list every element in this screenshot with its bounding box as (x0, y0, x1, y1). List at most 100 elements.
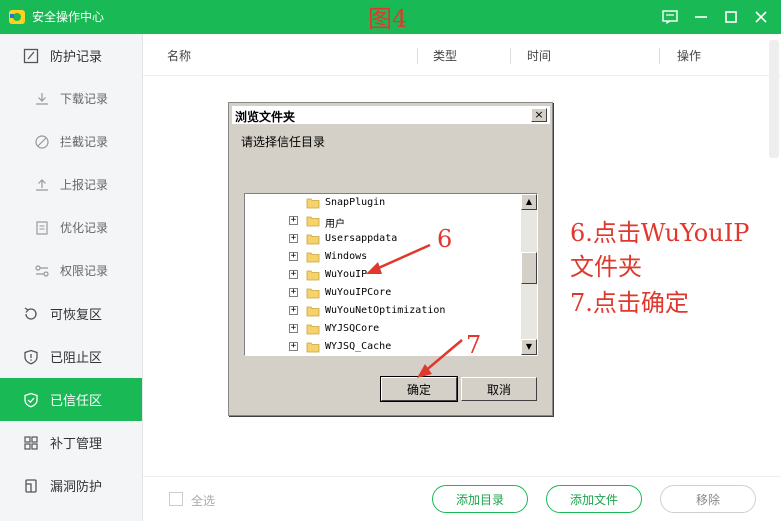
tree-item-windows[interactable]: + Windows (245, 248, 521, 266)
tree-item-snapplugin[interactable]: SnapPlugin (245, 194, 521, 212)
folder-icon (306, 216, 320, 227)
scroll-up-button[interactable]: ▲ (521, 194, 537, 210)
tree-item-wuyounetoptimization[interactable]: + WuYouNetOptimization (245, 302, 521, 320)
tree-item-label: Windows (325, 251, 368, 262)
maximize-button[interactable] (721, 7, 741, 27)
title-bar: 安全操作中心 图4 (0, 0, 781, 34)
column-separator (417, 48, 418, 64)
scroll-thumb[interactable] (521, 252, 537, 284)
expand-toggle[interactable]: + (289, 342, 298, 351)
folder-icon (306, 342, 320, 353)
shield-alert-icon (24, 349, 38, 364)
sidebar-item-trusted-zone[interactable]: 已信任区 (0, 378, 142, 421)
table-header: 名称 类型 时间 操作 (143, 34, 781, 76)
tree-scrollbar[interactable]: ▲ ▼ (521, 194, 537, 355)
tree-item-label: WuYouIP (325, 269, 368, 280)
tree-item-label: WYJSQ_Cache (325, 341, 392, 352)
tree-item-users[interactable]: + 用户 (245, 212, 521, 230)
tree-item-label: Usersappdata (325, 233, 398, 244)
dialog-title-bar: 浏览文件夹 × (232, 106, 550, 124)
minimize-icon (695, 16, 707, 18)
sidebar-item-label: 已阻止区 (50, 351, 103, 366)
browse-folder-dialog: 浏览文件夹 × 请选择信任目录 SnapPlugin + 用户 + Usersa… (228, 102, 553, 416)
sidebar-item-blocked-zone[interactable]: 已阻止区 (0, 335, 142, 378)
tree-item-label: SnapPlugin (325, 197, 386, 208)
sidebar-item-label: 漏洞防护 (50, 480, 103, 495)
close-button[interactable] (751, 7, 771, 27)
expand-toggle[interactable]: + (289, 252, 298, 261)
dialog-close-button[interactable]: × (531, 108, 547, 122)
sidebar-item-optimize-records[interactable]: 优化记录 (0, 206, 142, 249)
scroll-down-button[interactable]: ▼ (521, 339, 537, 355)
column-header-name[interactable]: 名称 (167, 47, 191, 64)
sidebar-item-upload-records[interactable]: 上报记录 (0, 163, 142, 206)
app-title: 安全操作中心 (32, 10, 105, 24)
folder-icon (306, 306, 320, 317)
select-all-checkbox[interactable] (169, 492, 183, 506)
minimize-button[interactable] (691, 7, 711, 27)
list-scrollbar[interactable] (769, 40, 779, 158)
sidebar-item-label: 拦截记录 (60, 135, 109, 149)
sidebar-item-label: 防护记录 (50, 50, 103, 65)
instruction-line-3: 7.点击确定 (570, 289, 689, 317)
feedback-button[interactable] (660, 7, 680, 27)
expand-toggle[interactable]: + (289, 306, 298, 315)
tree-item-usersappdata[interactable]: + Usersappdata (245, 230, 521, 248)
sidebar-item-protection-records[interactable]: 防护记录 (0, 34, 142, 77)
dialog-prompt: 请选择信任目录 (241, 135, 326, 149)
folder-icon (306, 252, 320, 263)
expand-toggle[interactable]: + (289, 288, 298, 297)
sidebar-item-patch-management[interactable]: 补丁管理 (0, 421, 142, 464)
restore-icon (24, 306, 37, 320)
sidebar-item-recoverable-zone[interactable]: 可恢复区 (0, 292, 142, 335)
sidebar-item-label: 可恢复区 (50, 308, 103, 323)
folder-icon (306, 324, 320, 335)
sidebar-item-vulnerability-protection[interactable]: 漏洞防护 (0, 464, 142, 507)
close-icon (755, 11, 767, 23)
sidebar-item-block-records[interactable]: 拦截记录 (0, 120, 142, 163)
shield-logo-icon (9, 10, 25, 24)
tree-item-wuyouip[interactable]: + WuYouIP (245, 266, 521, 284)
folder-icon (306, 198, 320, 209)
sidebar-item-label: 补丁管理 (50, 437, 103, 452)
instruction-line-2: 文件夹 (570, 253, 642, 281)
instruction-line-1: 6.点击WuYouIP (570, 219, 750, 247)
feedback-icon (662, 10, 678, 24)
column-header-time[interactable]: 时间 (527, 47, 551, 64)
add-file-button[interactable]: 添加文件 (546, 485, 642, 513)
sidebar-item-label: 优化记录 (60, 221, 109, 235)
column-separator (659, 48, 660, 64)
remove-button[interactable]: 移除 (660, 485, 756, 513)
expand-toggle[interactable]: + (289, 216, 298, 225)
upload-icon (36, 178, 48, 191)
tree-item-label: WuYouIPCore (325, 287, 392, 298)
block-icon (35, 134, 49, 149)
expand-toggle[interactable]: + (289, 270, 298, 279)
key-icon (35, 264, 49, 277)
column-header-type[interactable]: 类型 (433, 47, 457, 64)
folder-icon (306, 288, 320, 299)
sidebar-item-label: 权限记录 (60, 264, 109, 278)
expand-toggle[interactable]: + (289, 324, 298, 333)
tree-item-label: WuYouNetOptimization (325, 305, 446, 316)
footer-toolbar: 全选 添加目录 添加文件 移除 (143, 476, 781, 521)
folder-tree[interactable]: SnapPlugin + 用户 + Usersappdata + Windows… (244, 193, 538, 356)
arrow-down-icon: ▼ (525, 342, 533, 351)
ok-button[interactable]: 确定 (380, 376, 458, 402)
tree-item-label: WYJSQCore (325, 323, 380, 334)
expand-toggle[interactable]: + (289, 234, 298, 243)
sidebar-item-label: 下载记录 (60, 92, 109, 106)
bug-icon (25, 478, 37, 493)
step6-marker: 6 (437, 225, 453, 253)
sidebar: 防护记录 下载记录 拦截记录 上报记录 优化记录 权限记录 可恢复区 已阻止区 … (0, 34, 143, 521)
column-header-action[interactable]: 操作 (677, 47, 701, 64)
tree-item-wuyouipcore[interactable]: + WuYouIPCore (245, 284, 521, 302)
sidebar-item-label: 已信任区 (50, 394, 103, 409)
add-directory-button[interactable]: 添加目录 (432, 485, 528, 513)
figure-label: 图4 (368, 5, 408, 33)
sidebar-item-permission-records[interactable]: 权限记录 (0, 249, 142, 292)
sidebar-item-download-records[interactable]: 下载记录 (0, 77, 142, 120)
cancel-button[interactable]: 取消 (461, 377, 537, 401)
dialog-title: 浏览文件夹 (235, 110, 296, 124)
folder-icon (306, 234, 320, 245)
